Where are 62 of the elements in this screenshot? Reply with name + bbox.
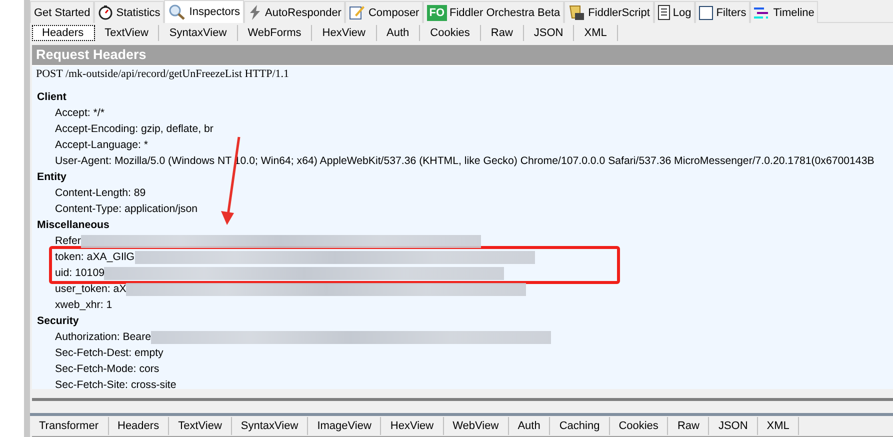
inspector-tab[interactable]: Statistics xyxy=(94,1,164,23)
response-view-tab[interactable]: TextView xyxy=(169,417,232,435)
header-line: Sec-Fetch-Site: cross-site xyxy=(55,378,176,389)
header-line: Accept: */* xyxy=(55,106,104,121)
response-view-tab[interactable]: Cookies xyxy=(610,417,668,435)
header-line: uid: 10109 xyxy=(55,266,104,281)
header-line: Sec-Fetch-Dest: empty xyxy=(55,346,164,361)
request-line: POST /mk-outside/api/record/getUnFreezeList HTTP/1.1 xyxy=(35,67,290,82)
response-view-tab[interactable]: Transformer xyxy=(30,417,108,435)
checkbox-icon xyxy=(699,6,714,20)
header-line: Accept-Encoding: gzip, deflate, br xyxy=(55,122,214,137)
inspector-tab[interactable]: Inspectors xyxy=(164,0,244,23)
request-view-tab[interactable]: Cookies xyxy=(420,24,481,40)
response-view-tab[interactable]: SyntaxView xyxy=(232,417,308,435)
header-line: user_token: aX xyxy=(55,282,126,297)
response-view-tab[interactable]: Caching xyxy=(550,417,610,435)
header-line: Content-Length: 89 xyxy=(55,186,146,201)
header-group: Entity xyxy=(37,169,893,185)
inspector-tab[interactable]: Get Started xyxy=(30,1,94,23)
request-view-tab[interactable]: JSON xyxy=(524,24,574,40)
inspector-tab[interactable]: FiddlerScript xyxy=(564,1,654,23)
response-view-tab[interactable]: Raw xyxy=(668,417,710,435)
request-view-tab[interactable]: XML xyxy=(574,24,618,40)
inspector-tab[interactable]: Timeline xyxy=(750,1,818,23)
notepad-pencil-icon xyxy=(349,5,366,20)
header-line: token: aXA_GIlG xyxy=(55,250,134,265)
request-view-tab[interactable]: WebForms xyxy=(238,24,312,40)
timeline-icon xyxy=(754,6,770,18)
header-line: Sec-Fetch-Mode: cors xyxy=(55,362,160,377)
panel-title: Request Headers xyxy=(32,45,893,66)
header-line: xweb_xhr: 1 xyxy=(55,298,112,313)
header-group: Client xyxy=(37,89,893,105)
inspector-tab[interactable]: Log xyxy=(654,1,696,23)
header-line: Accept-Language: * xyxy=(55,138,148,153)
response-view-tab[interactable]: Headers xyxy=(108,417,170,435)
request-view-tab[interactable]: Auth xyxy=(376,24,420,40)
badge-icon: FO xyxy=(427,4,447,20)
inspector-tab[interactable]: FO Fiddler Orchestra Beta xyxy=(423,1,564,23)
script-scroll-icon xyxy=(568,4,586,20)
header-group: Security xyxy=(37,313,893,329)
inspector-tab[interactable]: Filters xyxy=(695,1,750,23)
request-view-tab[interactable]: SyntaxView xyxy=(159,24,238,40)
stopwatch-icon xyxy=(98,5,114,20)
request-view-tab[interactable]: Raw xyxy=(480,24,524,40)
response-view-tab[interactable]: XML xyxy=(758,417,800,435)
response-view-tab[interactable]: HexView xyxy=(381,417,444,435)
inspector-tab[interactable]: Composer xyxy=(345,1,424,23)
response-view-tab[interactable]: WebView xyxy=(444,417,509,435)
response-view-tab[interactable]: JSON xyxy=(709,417,758,435)
magnifier-icon xyxy=(168,4,186,20)
header-line: Content-Type: application/json xyxy=(55,202,198,217)
header-line: Refer xyxy=(55,234,81,249)
request-view-tab[interactable]: Headers xyxy=(32,24,95,40)
header-line: Authorization: Beare xyxy=(55,330,151,345)
response-view-tab[interactable]: ImageView xyxy=(308,417,382,435)
lightning-icon xyxy=(248,5,262,20)
request-view-tab[interactable]: TextView xyxy=(94,24,160,40)
inspector-tab[interactable]: AutoResponder xyxy=(244,1,346,23)
request-view-tab[interactable]: HexView xyxy=(312,24,376,40)
document-icon xyxy=(658,5,670,20)
header-group: Miscellaneous xyxy=(37,217,893,233)
response-view-tab[interactable]: Auth xyxy=(508,417,550,435)
